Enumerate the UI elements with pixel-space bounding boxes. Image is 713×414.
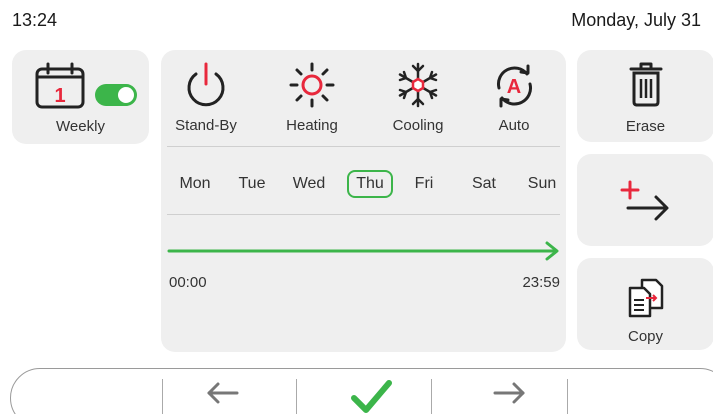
power-icon — [187, 62, 225, 107]
day-fri[interactable]: Fri — [401, 170, 447, 198]
schedule-panel: Stand-By Heating Cooling A Auto Mon Tue … — [161, 50, 566, 352]
copy-icon — [628, 278, 663, 318]
divider — [167, 214, 560, 215]
auto-mode-badge: A — [507, 76, 521, 98]
mode-label: Heating — [286, 117, 338, 134]
weekly-toggle[interactable] — [95, 84, 137, 106]
timeline-end: 23:59 — [522, 274, 560, 291]
day-sat[interactable]: Sat — [461, 170, 507, 198]
bottom-nav-bar — [10, 368, 713, 414]
bar-divider — [567, 379, 568, 414]
mode-label: Cooling — [392, 117, 444, 134]
copy-button[interactable]: Copy — [577, 258, 713, 350]
mode-label: Auto — [498, 117, 530, 134]
calendar-icon: 1 — [35, 62, 85, 109]
timeline-arrow[interactable] — [167, 239, 563, 263]
day-mon[interactable]: Mon — [172, 170, 218, 198]
mode-cooling-button[interactable]: Cooling — [373, 60, 463, 140]
bar-divider — [431, 379, 432, 414]
mode-auto-button[interactable]: A Auto — [469, 60, 559, 140]
trash-icon — [629, 62, 662, 107]
day-tue[interactable]: Tue — [229, 170, 275, 198]
day-sun[interactable]: Sun — [519, 170, 565, 198]
status-date: Monday, July 31 — [571, 10, 701, 30]
day-wed[interactable]: Wed — [286, 170, 332, 198]
weekly-label: Weekly — [56, 118, 105, 135]
erase-button[interactable]: Erase — [577, 50, 713, 142]
arrow-left-icon — [207, 382, 239, 404]
auto-mode-icon: A — [497, 64, 532, 108]
checkmark-icon — [351, 380, 392, 413]
add-button[interactable] — [577, 154, 713, 246]
add-arrow-icon — [620, 180, 668, 221]
sun-icon — [289, 62, 335, 108]
erase-label: Erase — [625, 118, 666, 135]
toggle-knob — [118, 87, 134, 103]
calendar-day-number: 1 — [54, 85, 65, 107]
divider — [167, 146, 560, 147]
timeline-start: 00:00 — [169, 274, 207, 291]
previous-button[interactable] — [193, 375, 253, 414]
status-time: 13:24 — [12, 10, 58, 30]
bar-divider — [162, 379, 163, 414]
confirm-button[interactable] — [341, 375, 401, 414]
arrow-right-icon — [493, 382, 525, 404]
snowflake-icon — [398, 62, 438, 108]
weekly-card[interactable]: 1 Weekly — [12, 50, 149, 144]
bar-divider — [296, 379, 297, 414]
copy-label: Copy — [627, 328, 664, 345]
mode-standby-button[interactable]: Stand-By — [161, 60, 251, 140]
next-button[interactable] — [479, 375, 539, 414]
mode-heating-button[interactable]: Heating — [267, 60, 357, 140]
day-thu[interactable]: Thu — [347, 170, 393, 198]
mode-label: Stand-By — [175, 117, 237, 134]
